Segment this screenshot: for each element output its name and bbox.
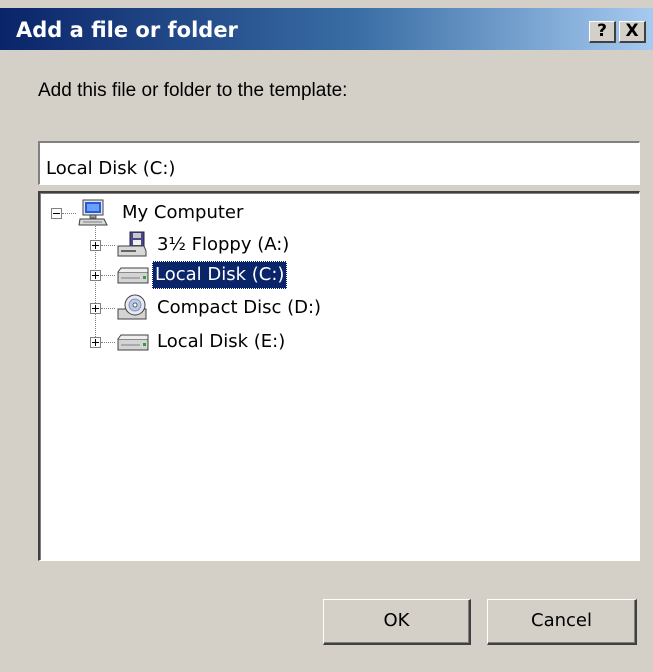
computer-icon	[78, 199, 108, 226]
prompt-label: Add this file or folder to the template:	[38, 80, 348, 101]
add-file-or-folder-dialog: Add a file or folder ? X Add this file o…	[0, 0, 653, 672]
expand-icon[interactable]	[90, 337, 101, 348]
tree-connector	[62, 213, 76, 214]
tree-node-label: My Computer	[122, 202, 244, 223]
expand-icon[interactable]	[90, 240, 101, 251]
tree-node-label: Compact Disc (D:)	[157, 297, 322, 318]
help-button[interactable]: ?	[589, 21, 616, 43]
expand-icon[interactable]	[90, 303, 101, 314]
tree-connector	[101, 308, 115, 309]
expand-icon[interactable]	[90, 270, 101, 281]
cd-drive-icon	[117, 294, 147, 320]
tree-node-floppy-a[interactable]: 3½ Floppy (A:)	[40, 231, 600, 259]
tree-connector	[101, 275, 115, 276]
tree-connector	[101, 245, 115, 246]
dialog-title: Add a file or folder	[16, 18, 238, 42]
collapse-icon[interactable]	[51, 208, 62, 219]
tree-connector	[101, 342, 115, 343]
tree-node-label: Local Disk (C:)	[152, 261, 288, 289]
tree-node-compact-disc-d[interactable]: Compact Disc (D:)	[40, 294, 600, 322]
tree-node-my-computer[interactable]: My Computer	[40, 199, 600, 227]
title-bar[interactable]: Add a file or folder ? X	[0, 8, 653, 50]
hard-disk-icon	[117, 334, 149, 351]
close-button[interactable]: X	[619, 21, 646, 43]
tree-node-label: 3½ Floppy (A:)	[157, 234, 290, 255]
folder-tree[interactable]: My Computer 3½ Floppy (A:) Local Disk (C…	[38, 191, 640, 561]
cancel-button[interactable]: Cancel	[487, 599, 637, 645]
tree-node-local-disk-e[interactable]: Local Disk (E:)	[40, 328, 600, 356]
tree-node-local-disk-c[interactable]: Local Disk (C:)	[40, 261, 600, 289]
path-field[interactable]	[38, 141, 640, 185]
tree-node-label: Local Disk (E:)	[157, 331, 286, 352]
hard-disk-icon	[117, 267, 149, 284]
ok-button[interactable]: OK	[323, 599, 471, 645]
floppy-drive-icon	[117, 231, 147, 257]
